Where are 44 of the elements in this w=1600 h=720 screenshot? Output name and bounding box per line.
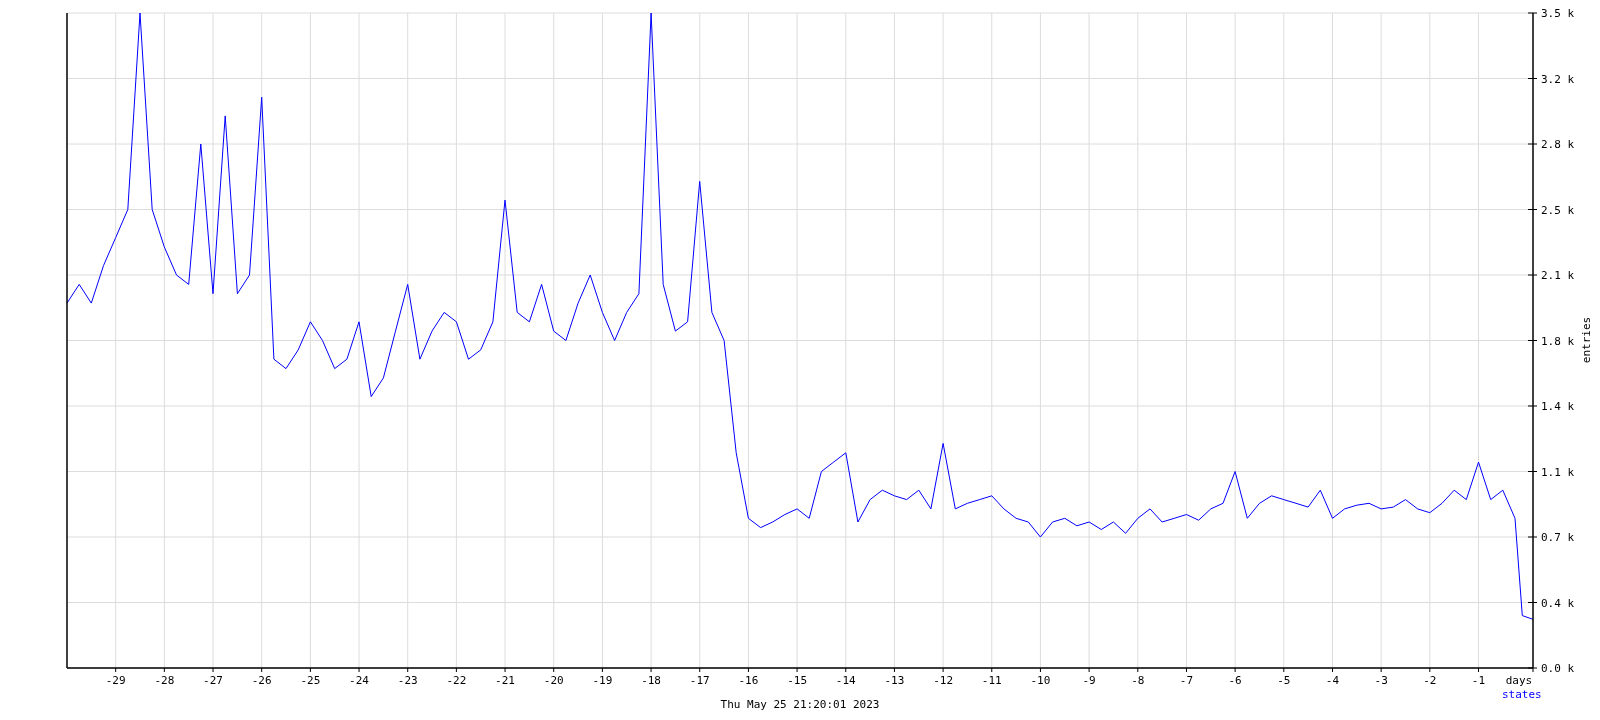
axis-tick-label: 2.1 k — [1541, 269, 1575, 282]
axis-tick-label: -15 — [787, 674, 807, 687]
axis-tick-label: -4 — [1325, 674, 1340, 687]
axis-tick-label: -18 — [641, 674, 661, 687]
axis-tick-label: 1.1 k — [1541, 465, 1575, 479]
axis-label: days — [1505, 674, 1533, 687]
axis-tick-label: -9 — [1082, 674, 1096, 687]
axis-tick-label: -1 — [1471, 674, 1486, 687]
axis-tick-label: 0.4 k — [1541, 596, 1575, 610]
axis-tick-label: -27 — [203, 674, 223, 687]
axis-tick-label: -3 — [1374, 674, 1388, 687]
axis-tick-label: -20 — [543, 674, 564, 687]
axis-tick-label: -14 — [835, 674, 856, 687]
axis-tick-label: 0.0 k — [1541, 662, 1575, 675]
axis-tick-label: -12 — [933, 674, 954, 687]
axis-tick-label: -5 — [1277, 674, 1291, 687]
axis-tick-label: -22 — [446, 674, 467, 687]
axis-tick-label: -8 — [1131, 674, 1145, 687]
axis-tick-label: -17 — [689, 674, 710, 687]
axis-tick-label: -26 — [251, 674, 272, 687]
axis-tick-label: -24 — [349, 674, 369, 687]
axis-tick-label: -16 — [738, 674, 759, 687]
timestamp-text: Thu May 25 21:20:01 2023 — [720, 698, 880, 711]
axis-label: entries — [1580, 316, 1593, 364]
axis-tick-label: 0.7 k — [1541, 531, 1575, 544]
axis-tick-label: -28 — [154, 674, 175, 687]
axis-tick-label: 3.5 k — [1541, 7, 1575, 20]
axis-tick-label: -29 — [105, 674, 126, 687]
axis-tick-label: -23 — [397, 674, 418, 687]
axis-tick-label: -7 — [1179, 674, 1194, 687]
axis-tick-label: -13 — [884, 674, 905, 687]
axis-tick-label: -2 — [1423, 674, 1437, 687]
axis-tick-label: -25 — [300, 674, 321, 687]
axis-tick-label: 1.4 k — [1541, 400, 1575, 413]
axis-tick-label: -6 — [1228, 674, 1242, 687]
axis-tick-label: -21 — [495, 674, 515, 687]
legend-label: states — [1502, 688, 1542, 701]
axis-tick-label: -19 — [592, 674, 613, 687]
axis-tick-label: 2.8 k — [1541, 138, 1575, 151]
axis-tick-label: 1.8 k — [1541, 334, 1575, 348]
axis-tick-label: 2.5 k — [1541, 203, 1575, 217]
axis-tick-label: 3.2 k — [1541, 72, 1575, 86]
axis-tick-label: -10 — [1030, 674, 1051, 687]
axis-tick-label: -11 — [981, 674, 1002, 687]
